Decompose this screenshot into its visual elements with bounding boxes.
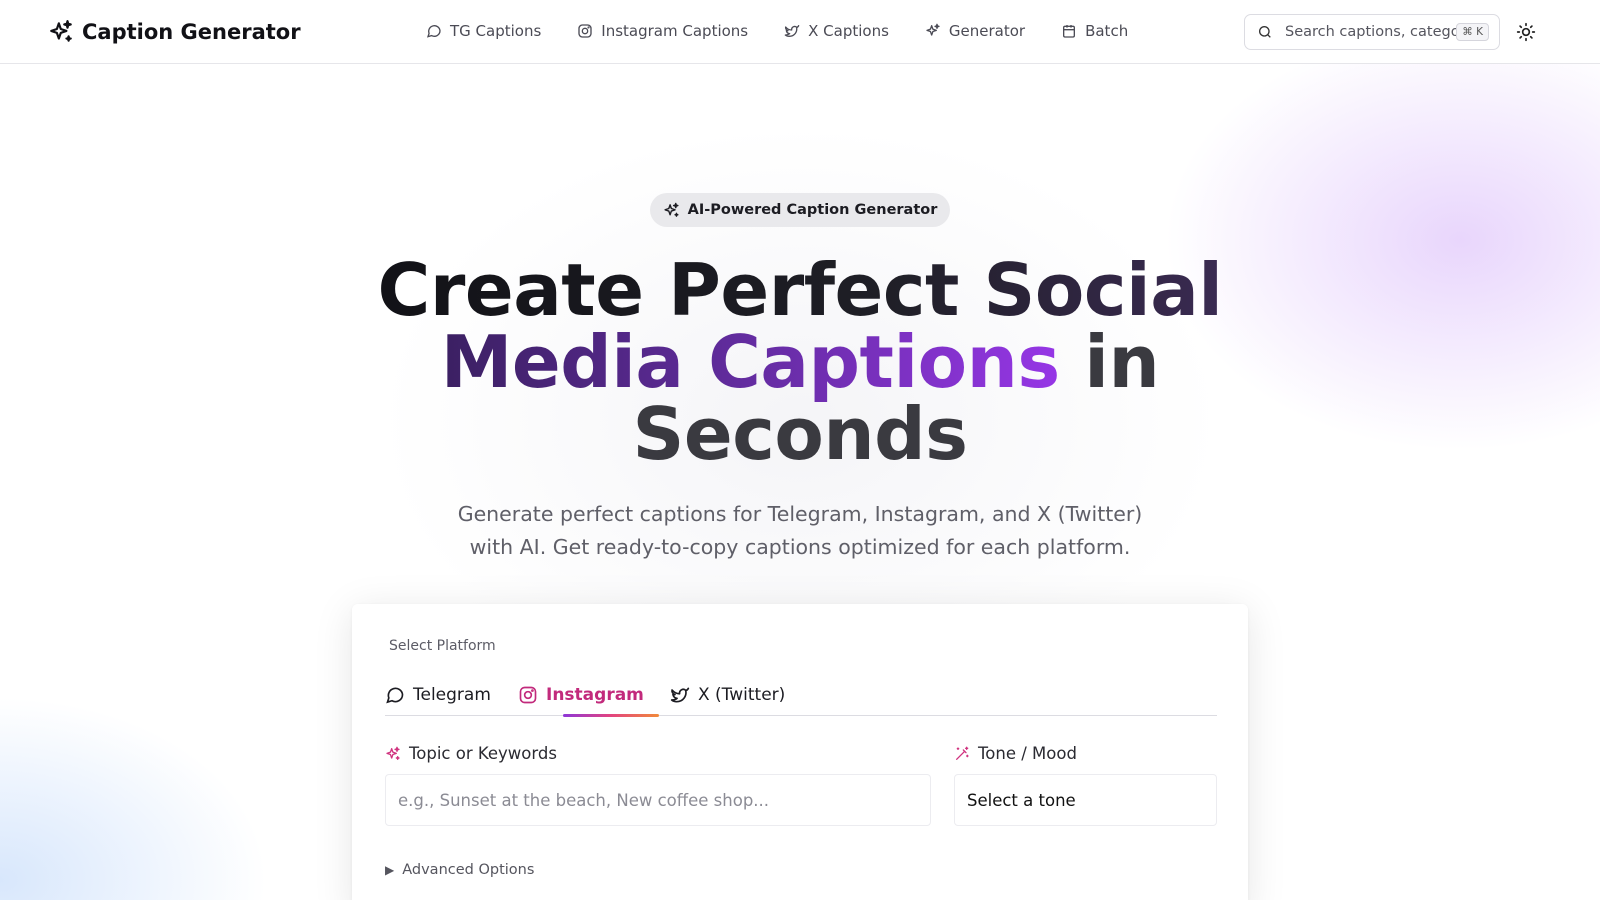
search-icon bbox=[1259, 26, 1271, 38]
topic-label-text: Topic or Keywords bbox=[409, 744, 557, 763]
sparkles-icon bbox=[50, 20, 72, 42]
tab-label: X (Twitter) bbox=[698, 685, 786, 705]
magic-wand-icon bbox=[956, 746, 969, 760]
keyboard-shortcut-badge: ⌘ K bbox=[1456, 23, 1489, 41]
nav-generator[interactable]: Generator bbox=[925, 18, 1025, 44]
generator-card: Select Platform Telegram Instagram X (Tw… bbox=[352, 604, 1248, 900]
hero-title-line2-rest: in bbox=[1059, 320, 1160, 404]
sparkles-icon bbox=[386, 746, 400, 760]
nav-label: TG Captions bbox=[450, 22, 542, 40]
ai-badge: AI-Powered Caption Generator bbox=[650, 193, 950, 227]
tab-telegram[interactable]: Telegram bbox=[385, 674, 491, 716]
sparkles-icon bbox=[664, 202, 679, 217]
topic-input[interactable] bbox=[385, 774, 931, 826]
topic-label: Topic or Keywords bbox=[385, 744, 557, 763]
nav-label: Instagram Captions bbox=[601, 22, 749, 40]
tab-label: Instagram bbox=[546, 685, 644, 705]
platform-tabs: Telegram Instagram X (Twitter) bbox=[385, 674, 1217, 717]
tab-label: Telegram bbox=[413, 685, 491, 705]
caret-right-icon: ▶ bbox=[385, 863, 395, 877]
hero-subtitle-line1: Generate perfect captions for Telegram, … bbox=[457, 502, 1143, 526]
tab-instagram[interactable]: Instagram bbox=[518, 674, 644, 716]
search-input[interactable] bbox=[1285, 24, 1465, 40]
platform-label: Select Platform bbox=[389, 638, 496, 654]
sparkles-icon bbox=[926, 23, 940, 36]
brand-name: Caption Generator bbox=[82, 20, 301, 44]
instagram-icon bbox=[519, 686, 537, 704]
message-circle-icon bbox=[426, 25, 441, 38]
tab-x-twitter[interactable]: X (Twitter) bbox=[670, 674, 785, 716]
search-box[interactable]: ⌘ K bbox=[1244, 14, 1500, 50]
twitter-bird-icon bbox=[670, 687, 690, 703]
badge-label: AI-Powered Caption Generator bbox=[687, 202, 938, 218]
advanced-options-toggle[interactable]: ▶ Advanced Options bbox=[385, 862, 534, 878]
brand-logo[interactable]: Caption Generator bbox=[48, 17, 301, 47]
main-nav: TG Captions Instagram Captions X Caption… bbox=[426, 18, 1128, 44]
nav-label: Batch bbox=[1085, 22, 1129, 40]
active-tab-indicator bbox=[563, 714, 659, 717]
hero-title: Create Perfect Social Media Captions in … bbox=[0, 254, 1600, 470]
nav-instagram-captions[interactable]: Instagram Captions bbox=[577, 18, 748, 44]
tone-label-text: Tone / Mood bbox=[978, 744, 1077, 763]
hero-subtitle: Generate perfect captions for Telegram, … bbox=[0, 498, 1600, 564]
nav-batch[interactable]: Batch bbox=[1061, 18, 1128, 44]
calendar-icon bbox=[1063, 25, 1076, 38]
page: Caption Generator TG Captions Instagram … bbox=[0, 0, 1600, 900]
nav-label: X Captions bbox=[808, 22, 889, 40]
nav-tg-captions[interactable]: TG Captions bbox=[426, 18, 541, 44]
twitter-bird-icon bbox=[784, 25, 800, 37]
tone-label: Tone / Mood bbox=[954, 744, 1077, 763]
sun-icon[interactable] bbox=[1516, 22, 1536, 42]
tone-select[interactable]: Select a tone bbox=[954, 774, 1217, 826]
hero-title-line3: Seconds bbox=[632, 392, 968, 476]
instagram-icon bbox=[578, 24, 592, 38]
hero-subtitle-line2: with AI. Get ready-to-copy captions opti… bbox=[469, 535, 1131, 559]
nav-x-captions[interactable]: X Captions bbox=[784, 18, 889, 44]
tone-select-value: Select a tone bbox=[967, 790, 1076, 810]
message-circle-icon bbox=[386, 687, 404, 704]
advanced-options-label: Advanced Options bbox=[402, 862, 535, 878]
top-navbar: Caption Generator TG Captions Instagram … bbox=[0, 0, 1600, 64]
nav-label: Generator bbox=[948, 22, 1026, 40]
